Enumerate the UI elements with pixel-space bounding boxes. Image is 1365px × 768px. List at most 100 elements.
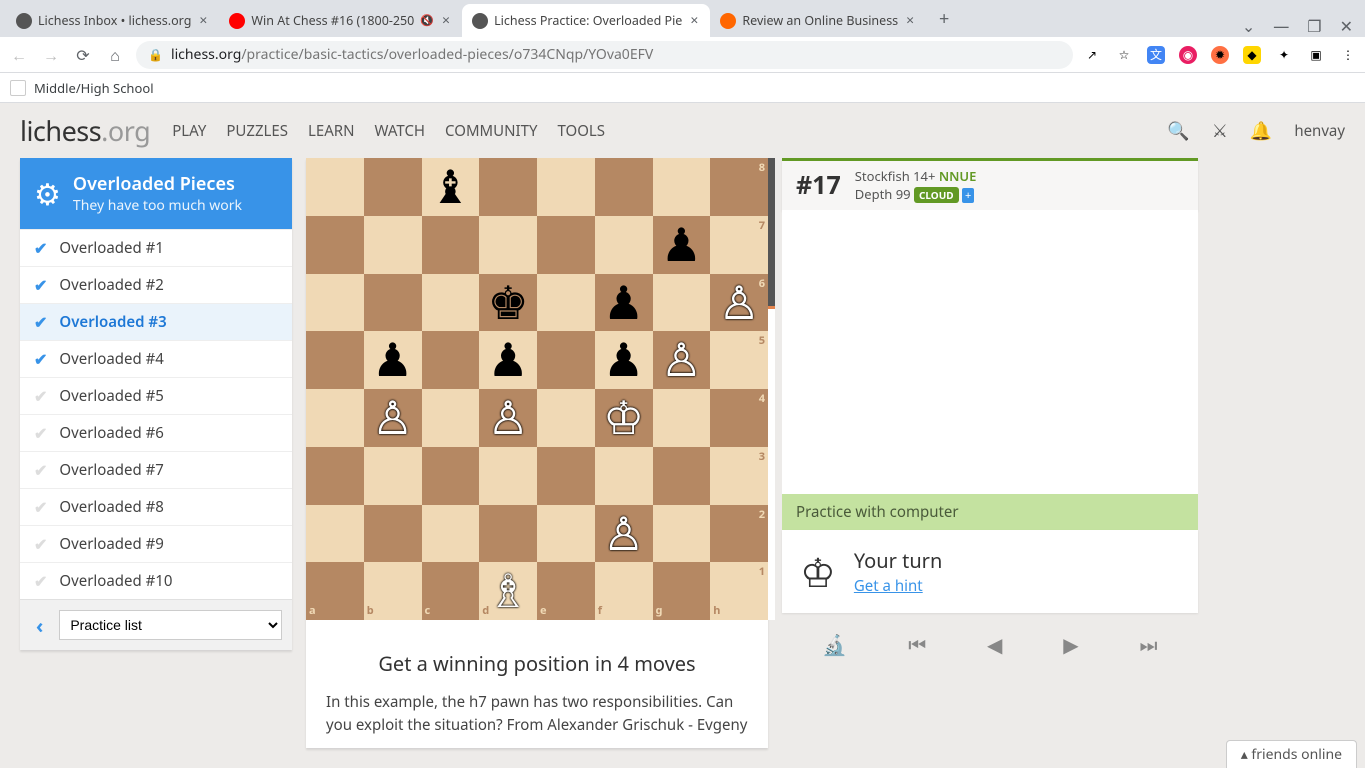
- first-move-button[interactable]: ⏮: [908, 631, 926, 658]
- square-h7[interactable]: 7: [710, 216, 768, 274]
- back-button[interactable]: ←: [8, 44, 30, 66]
- nav-item[interactable]: LEARN: [308, 121, 355, 141]
- username[interactable]: henvay: [1294, 121, 1345, 141]
- square-b1[interactable]: b: [364, 562, 422, 620]
- piece-f6[interactable]: ♟: [595, 274, 653, 332]
- puzzle-list-item[interactable]: ✔Overloaded #5: [20, 377, 292, 414]
- new-tab-button[interactable]: +: [930, 7, 958, 31]
- square-b2[interactable]: [364, 505, 422, 563]
- friends-box[interactable]: ▴ friends online: [1226, 740, 1357, 768]
- piece-d4[interactable]: ♙: [479, 389, 537, 447]
- url-box[interactable]: 🔒 lichess.org/practice/basic-tactics/ove…: [136, 41, 1073, 69]
- puzzle-list-item[interactable]: ✔Overloaded #2: [20, 266, 292, 303]
- piece-d1[interactable]: ♗: [479, 562, 537, 620]
- piece-g7[interactable]: ♟: [653, 216, 711, 274]
- square-e7[interactable]: [537, 216, 595, 274]
- minimize-icon[interactable]: —: [1273, 15, 1289, 37]
- forward-button[interactable]: →: [40, 44, 62, 66]
- square-e4[interactable]: [537, 389, 595, 447]
- square-a1[interactable]: a: [306, 562, 364, 620]
- nav-item[interactable]: WATCH: [375, 121, 426, 141]
- square-g6[interactable]: [653, 274, 711, 332]
- square-c2[interactable]: [422, 505, 480, 563]
- square-f8[interactable]: [595, 158, 653, 216]
- square-b8[interactable]: [364, 158, 422, 216]
- ext-icon-translate[interactable]: 文: [1147, 46, 1165, 64]
- bell-icon[interactable]: 🔔: [1250, 119, 1272, 143]
- chevron-down-icon[interactable]: ⌄: [1242, 15, 1255, 37]
- square-a4[interactable]: [306, 389, 364, 447]
- piece-d5[interactable]: ♟: [479, 331, 537, 389]
- square-a2[interactable]: [306, 505, 364, 563]
- square-e2[interactable]: [537, 505, 595, 563]
- puzzle-list-item[interactable]: ✔Overloaded #3: [20, 303, 292, 340]
- square-e1[interactable]: e: [537, 562, 595, 620]
- square-h4[interactable]: 4: [710, 389, 768, 447]
- square-c3[interactable]: [422, 447, 480, 505]
- square-f1[interactable]: f: [595, 562, 653, 620]
- browser-tab[interactable]: Win At Chess #16 (1800-250 🔇 ×: [219, 4, 462, 37]
- piece-f5[interactable]: ♟: [595, 331, 653, 389]
- puzzle-list-item[interactable]: ✔Overloaded #7: [20, 451, 292, 488]
- piece-f2[interactable]: ♙: [595, 505, 653, 563]
- mute-icon[interactable]: 🔇: [420, 13, 434, 28]
- square-d7[interactable]: [479, 216, 537, 274]
- practice-list-select[interactable]: Practice list: [59, 610, 282, 640]
- get-hint-link[interactable]: Get a hint: [854, 576, 923, 596]
- puzzle-list-item[interactable]: ✔Overloaded #1: [20, 229, 292, 266]
- extensions-menu-icon[interactable]: ✦: [1275, 46, 1293, 64]
- ext-icon-yellow[interactable]: ◆: [1243, 46, 1261, 64]
- close-tab-icon[interactable]: ×: [688, 11, 700, 30]
- browser-tab[interactable]: Lichess Inbox • lichess.org ×: [6, 4, 219, 37]
- square-c7[interactable]: [422, 216, 480, 274]
- square-c4[interactable]: [422, 389, 480, 447]
- square-g4[interactable]: [653, 389, 711, 447]
- star-icon[interactable]: ☆: [1115, 46, 1133, 64]
- back-icon[interactable]: ‹: [30, 612, 49, 639]
- close-tab-icon[interactable]: ×: [197, 11, 209, 30]
- home-button[interactable]: ⌂: [104, 44, 126, 66]
- puzzle-list-item[interactable]: ✔Overloaded #8: [20, 488, 292, 525]
- ext-icon-orange[interactable]: ✹: [1211, 46, 1229, 64]
- puzzle-list-item[interactable]: ✔Overloaded #4: [20, 340, 292, 377]
- square-e8[interactable]: [537, 158, 595, 216]
- browser-tab[interactable]: Review an Online Business ×: [710, 4, 926, 37]
- nav-item[interactable]: COMMUNITY: [445, 121, 537, 141]
- menu-dots-icon[interactable]: ⋮: [1339, 46, 1357, 64]
- square-a8[interactable]: [306, 158, 364, 216]
- ext-icon-pink[interactable]: ◉: [1179, 46, 1197, 64]
- search-icon[interactable]: 🔍: [1167, 119, 1189, 143]
- square-h1[interactable]: 1h: [710, 562, 768, 620]
- challenge-icon[interactable]: ⚔: [1212, 119, 1228, 143]
- browser-tab[interactable]: Lichess Practice: Overloaded Pie ×: [462, 4, 710, 37]
- site-logo[interactable]: lichess.org: [20, 112, 150, 149]
- square-c6[interactable]: [422, 274, 480, 332]
- last-move-button[interactable]: ⏭: [1140, 631, 1158, 658]
- square-b3[interactable]: [364, 447, 422, 505]
- square-c1[interactable]: c: [422, 562, 480, 620]
- square-a3[interactable]: [306, 447, 364, 505]
- bookmark-link[interactable]: Middle/High School: [34, 79, 154, 97]
- maximize-icon[interactable]: ❐: [1307, 15, 1321, 37]
- square-c5[interactable]: [422, 331, 480, 389]
- engine-plus-button[interactable]: +: [962, 188, 974, 203]
- square-g8[interactable]: [653, 158, 711, 216]
- square-f3[interactable]: [595, 447, 653, 505]
- square-a6[interactable]: [306, 274, 364, 332]
- square-e5[interactable]: [537, 331, 595, 389]
- square-a7[interactable]: [306, 216, 364, 274]
- piece-h6[interactable]: ♙: [710, 274, 768, 332]
- engine-nnue[interactable]: NNUE: [939, 167, 977, 185]
- nav-item[interactable]: PUZZLES: [226, 121, 288, 141]
- piece-d6[interactable]: ♚: [479, 274, 537, 332]
- share-icon[interactable]: ↗: [1083, 46, 1101, 64]
- reload-button[interactable]: ⟳: [72, 44, 94, 66]
- square-d3[interactable]: [479, 447, 537, 505]
- square-h5[interactable]: 5: [710, 331, 768, 389]
- square-g3[interactable]: [653, 447, 711, 505]
- square-g2[interactable]: [653, 505, 711, 563]
- piece-g5[interactable]: ♙: [653, 331, 711, 389]
- square-b7[interactable]: [364, 216, 422, 274]
- puzzle-list-item[interactable]: ✔Overloaded #10: [20, 562, 292, 599]
- square-f7[interactable]: [595, 216, 653, 274]
